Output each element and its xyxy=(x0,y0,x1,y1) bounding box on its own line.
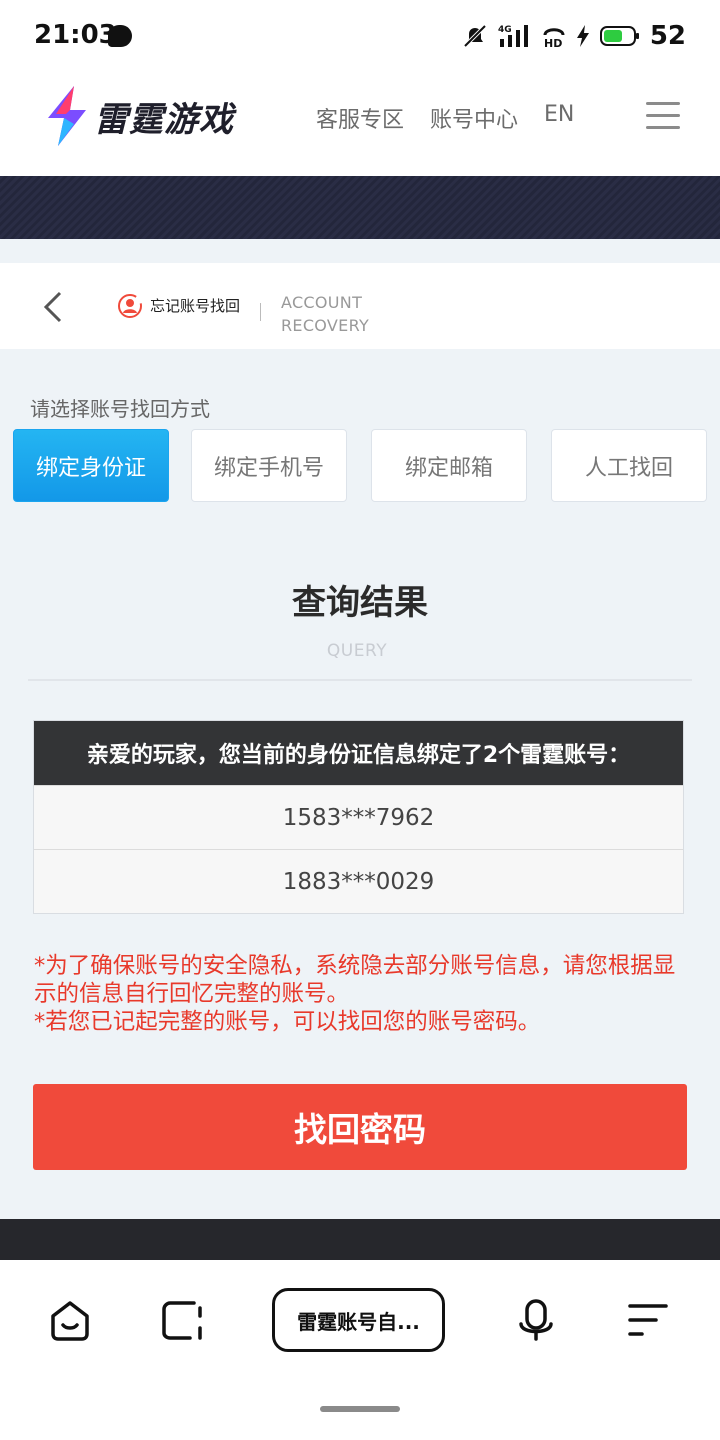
account-table-header: 亲爱的玩家，您当前的身份证信息绑定了2个雷霆账号： xyxy=(34,721,683,785)
banner xyxy=(0,176,720,239)
page-title-en-line1: ACCOUNT xyxy=(281,293,363,312)
top-nav: 客服专区 账号中心 EN xyxy=(316,102,574,134)
divider xyxy=(28,679,692,681)
title-divider xyxy=(260,303,261,321)
footer xyxy=(0,1219,720,1260)
result-subtitle: QUERY xyxy=(326,641,388,661)
page-title: 忘记账号找回 xyxy=(150,297,241,315)
site-header: 雷霆游戏 客服专区 账号中心 EN xyxy=(0,72,720,176)
note-line: *为了确保账号的安全隐私，系统隐去部分账号信息，请您根据显示的信息自行回忆完整的… xyxy=(34,953,676,1007)
charging-icon xyxy=(576,25,589,47)
battery-icon xyxy=(599,26,639,46)
chat-bubble-icon xyxy=(108,25,132,47)
status-bar: 21:03 4G HD 52 xyxy=(0,0,720,72)
home-indicator[interactable] xyxy=(320,1406,400,1412)
address-bar[interactable]: 雷霆账号自... xyxy=(272,1288,445,1352)
hamburger-menu-icon[interactable] xyxy=(646,102,680,130)
logo-text[interactable]: 雷霆游戏 xyxy=(94,92,234,141)
home-icon[interactable] xyxy=(48,1298,92,1342)
tabs-icon[interactable] xyxy=(160,1298,204,1342)
choose-method-label: 请选择账号找回方式 xyxy=(30,397,210,421)
tab-email[interactable]: 绑定邮箱 xyxy=(371,429,527,502)
spacer xyxy=(0,239,720,263)
logo-bolt-icon xyxy=(48,86,86,146)
tab-phone[interactable]: 绑定手机号 xyxy=(191,429,347,502)
nav-item-support[interactable]: 客服专区 xyxy=(316,102,404,134)
note-line: *若您已记起完整的账号，可以找回您的账号密码。 xyxy=(34,1009,541,1035)
hd-voice-icon: HD xyxy=(543,28,565,49)
account-table: 亲爱的玩家，您当前的身份证信息绑定了2个雷霆账号： 1583***7962 18… xyxy=(33,720,684,914)
user-recovery-icon xyxy=(118,294,142,318)
page-title-en-line2: RECOVERY xyxy=(281,316,370,335)
account-row: 1883***0029 xyxy=(34,849,683,913)
nav-item-account-center[interactable]: 账号中心 xyxy=(430,102,518,134)
status-time: 21:03 xyxy=(34,20,117,50)
bell-muted-icon xyxy=(463,24,487,48)
result-title: 查询结果 xyxy=(292,583,428,623)
recover-password-button[interactable]: 找回密码 xyxy=(33,1084,687,1170)
battery-level: 52 xyxy=(649,21,686,51)
page-title-en: ACCOUNT RECOVERY xyxy=(281,291,369,337)
main-content: 请选择账号找回方式 绑定身份证 绑定手机号 绑定邮箱 人工找回 查询结果 QUE… xyxy=(0,349,720,1219)
svg-text:4G: 4G xyxy=(498,25,512,35)
signal-4g-icon: 4G xyxy=(498,25,528,47)
tab-manual[interactable]: 人工找回 xyxy=(551,429,707,502)
svg-text:HD: HD xyxy=(544,37,562,49)
browser-bottom-bar: 雷霆账号自... xyxy=(0,1260,720,1440)
nav-item-language[interactable]: EN xyxy=(544,102,574,134)
back-arrow-icon[interactable] xyxy=(38,289,68,325)
account-row: 1583***7962 xyxy=(34,785,683,849)
menu-lines-icon[interactable] xyxy=(626,1298,670,1342)
privacy-notes: *为了确保账号的安全隐私，系统隐去部分账号信息，请您根据显示的信息自行回忆完整的… xyxy=(34,952,694,1036)
status-icons: 4G HD 52 xyxy=(462,18,686,54)
subheader: 忘记账号找回 ACCOUNT RECOVERY xyxy=(0,263,720,349)
microphone-icon[interactable] xyxy=(514,1298,558,1342)
tab-id-card[interactable]: 绑定身份证 xyxy=(13,429,169,502)
